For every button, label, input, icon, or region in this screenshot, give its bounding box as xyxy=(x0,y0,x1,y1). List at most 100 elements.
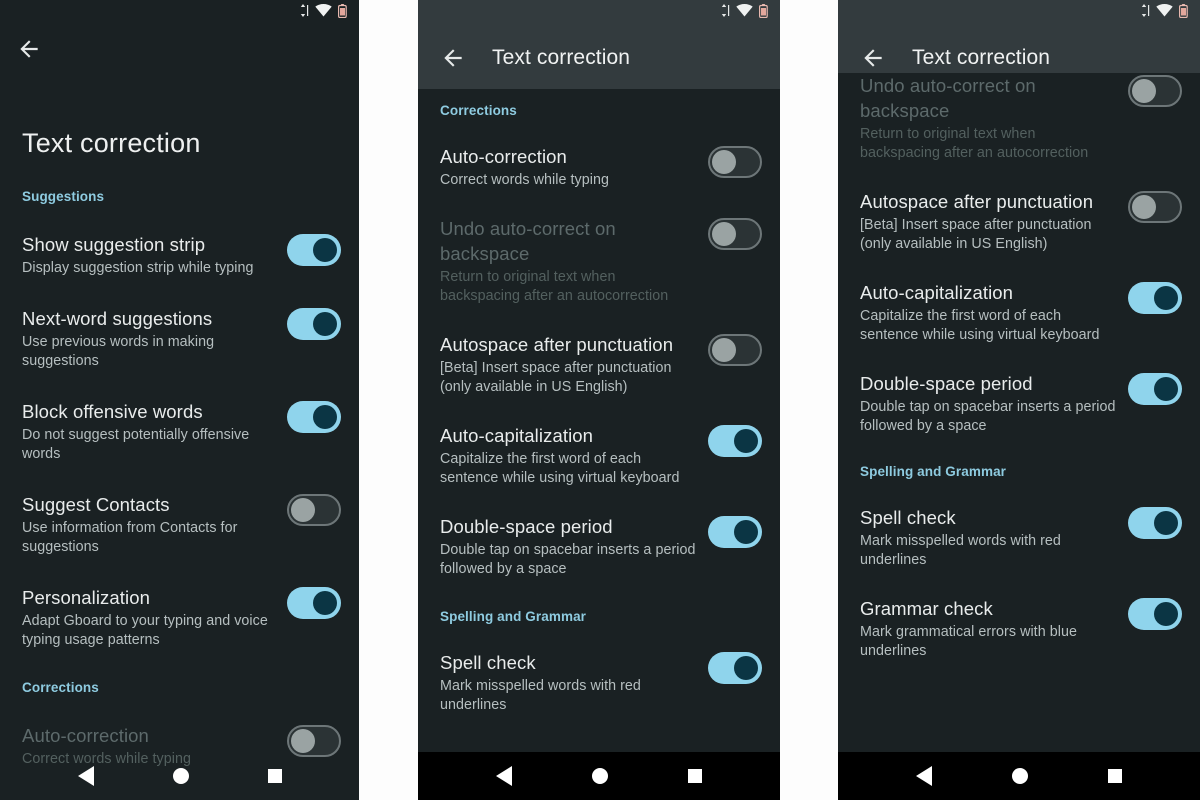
nav-back-button[interactable] xyxy=(916,766,932,786)
toggle-knob xyxy=(313,591,337,615)
settings-row-toggle[interactable] xyxy=(1128,507,1182,539)
settings-row-title: Auto-correction xyxy=(440,146,567,167)
page-title-wrap: Text correction xyxy=(0,128,359,159)
settings-row-title: Undo auto-correct on backspace xyxy=(860,75,1036,121)
settings-row-toggle[interactable] xyxy=(287,494,341,526)
navigation-bar-panel2 xyxy=(418,752,780,800)
nav-recents-button[interactable] xyxy=(267,769,282,783)
settings-row-title: Spell check xyxy=(440,652,536,673)
settings-row-toggle[interactable] xyxy=(1128,282,1182,314)
nav-home-button[interactable] xyxy=(1012,768,1028,784)
settings-row-toggle[interactable] xyxy=(708,146,762,178)
settings-row-title: Auto-capitalization xyxy=(440,425,594,446)
nav-back-button[interactable] xyxy=(496,766,512,786)
settings-row-toggle[interactable] xyxy=(287,308,341,340)
settings-row-texts: Spell check Mark misspelled words with re… xyxy=(440,650,698,715)
toggle-knob xyxy=(712,338,736,362)
data-transfer-arrows-icon xyxy=(1141,4,1150,22)
settings-row-texts: Double-space period Double tap on spaceba… xyxy=(860,371,1118,436)
settings-row[interactable]: Auto-capitalization Capitalize the first … xyxy=(418,423,780,488)
settings-row-texts: Auto-capitalization Capitalize the first … xyxy=(440,423,698,488)
toggle-knob xyxy=(1154,511,1178,535)
settings-row[interactable]: Show suggestion strip Display suggestion … xyxy=(0,232,359,278)
settings-row-toggle[interactable] xyxy=(1128,373,1182,405)
toggle-knob xyxy=(313,312,337,336)
page-title: Text correction xyxy=(22,128,201,158)
settings-row[interactable]: Spell check Mark misspelled words with re… xyxy=(838,505,1200,570)
settings-row-title: Auto-capitalization xyxy=(860,282,1014,303)
back-arrow-icon[interactable] xyxy=(16,36,42,62)
nav-back-button[interactable] xyxy=(77,766,94,786)
phone-panel-3: Text correction Undo auto-correct on bac… xyxy=(838,0,1200,800)
settings-row-subtitle: Correct words while typing xyxy=(440,172,609,188)
settings-row-subtitle: Double tap on spacebar inserts a period … xyxy=(860,399,1116,434)
settings-row[interactable]: Auto-correction Correct words while typin… xyxy=(418,144,780,190)
settings-row-subtitle: Mark misspelled words with red underline… xyxy=(860,533,1061,568)
settings-row-toggle[interactable] xyxy=(708,516,762,548)
toggle-knob xyxy=(313,405,337,429)
settings-row[interactable]: Auto-capitalization Capitalize the first … xyxy=(838,280,1200,345)
back-arrow-icon[interactable] xyxy=(440,45,466,71)
toggle-knob xyxy=(712,222,736,246)
toggle-knob xyxy=(291,729,315,753)
settings-row-subtitle: Adapt Gboard to your typing and voice ty… xyxy=(22,613,268,648)
settings-row-subtitle: [Beta] Insert space after punctuation (o… xyxy=(440,360,672,395)
settings-row-toggle[interactable] xyxy=(708,218,762,250)
settings-row[interactable]: Autospace after punctuation [Beta] Insert… xyxy=(418,332,780,397)
settings-row-texts: Auto-correction Correct words while typin… xyxy=(440,144,698,190)
settings-row[interactable]: Undo auto-correct on backspace Return to … xyxy=(838,73,1200,163)
battery-icon xyxy=(338,3,347,23)
settings-row-toggle[interactable] xyxy=(708,334,762,366)
toggle-knob xyxy=(1154,377,1178,401)
app-bar-title: Text correction xyxy=(492,45,631,69)
wifi-icon xyxy=(736,4,753,22)
settings-row-title: Suggest Contacts xyxy=(22,494,170,515)
toggle-knob xyxy=(1132,195,1156,219)
app-bar-panel2: Text correction xyxy=(418,26,780,89)
settings-row-toggle[interactable] xyxy=(287,587,341,619)
settings-row-title: Auto-correction xyxy=(22,725,149,746)
toggle-knob xyxy=(1154,602,1178,626)
nav-recents-button[interactable] xyxy=(1108,769,1122,783)
nav-home-button[interactable] xyxy=(592,768,608,784)
phone-panel-2: Text correction Corrections Auto-correcti… xyxy=(418,0,780,800)
settings-row[interactable]: Double-space period Double tap on spaceba… xyxy=(838,371,1200,436)
settings-row[interactable]: Grammar check Mark grammatical errors wit… xyxy=(838,596,1200,661)
settings-row-toggle[interactable] xyxy=(287,401,341,433)
settings-row-subtitle: Do not suggest potentially offensive wor… xyxy=(22,427,250,462)
toggle-knob xyxy=(1132,79,1156,103)
settings-row[interactable]: Double-space period Double tap on spaceba… xyxy=(418,514,780,579)
settings-row[interactable]: Autospace after punctuation [Beta] Insert… xyxy=(838,189,1200,254)
nav-home-button[interactable] xyxy=(172,768,189,784)
wifi-icon xyxy=(1156,4,1173,22)
settings-row-texts: Spell check Mark misspelled words with re… xyxy=(860,505,1118,570)
settings-row-texts: Undo auto-correct on backspace Return to … xyxy=(440,216,698,306)
settings-row-toggle[interactable] xyxy=(1128,75,1182,107)
toggle-knob xyxy=(1154,286,1178,310)
back-arrow-icon[interactable] xyxy=(860,45,886,71)
settings-row-toggle[interactable] xyxy=(1128,598,1182,630)
settings-row-subtitle: Mark grammatical errors with blue underl… xyxy=(860,624,1077,659)
settings-row-title: Spell check xyxy=(860,507,956,528)
screenshot-stage: Text correction Suggestions Show suggesti… xyxy=(0,0,1200,800)
settings-row-toggle[interactable] xyxy=(1128,191,1182,223)
settings-row-texts: Double-space period Double tap on spaceba… xyxy=(440,514,698,579)
settings-row-toggle[interactable] xyxy=(708,652,762,684)
settings-row-toggle[interactable] xyxy=(287,234,341,266)
settings-row-subtitle: Capitalize the first word of each senten… xyxy=(440,451,680,486)
settings-row[interactable]: Suggest Contacts Use information from Con… xyxy=(0,492,359,557)
settings-row[interactable]: Undo auto-correct on backspace Return to … xyxy=(418,216,780,306)
settings-row[interactable]: Block offensive words Do not suggest pote… xyxy=(0,399,359,464)
back-row-panel1 xyxy=(0,26,359,72)
settings-row-title: Grammar check xyxy=(860,598,993,619)
nav-recents-button[interactable] xyxy=(688,769,702,783)
settings-row[interactable]: Personalization Adapt Gboard to your typi… xyxy=(0,585,359,650)
section-header: Suggestions xyxy=(22,189,105,204)
app-bar-title: Text correction xyxy=(912,45,1051,69)
settings-row[interactable]: Spell check Mark misspelled words with re… xyxy=(418,650,780,715)
settings-list-panel3: Undo auto-correct on backspace Return to … xyxy=(838,73,1200,661)
settings-row-toggle[interactable] xyxy=(708,425,762,457)
toggle-knob xyxy=(712,150,736,174)
toggle-knob xyxy=(313,238,337,262)
settings-row[interactable]: Next-word suggestions Use previous words … xyxy=(0,306,359,371)
